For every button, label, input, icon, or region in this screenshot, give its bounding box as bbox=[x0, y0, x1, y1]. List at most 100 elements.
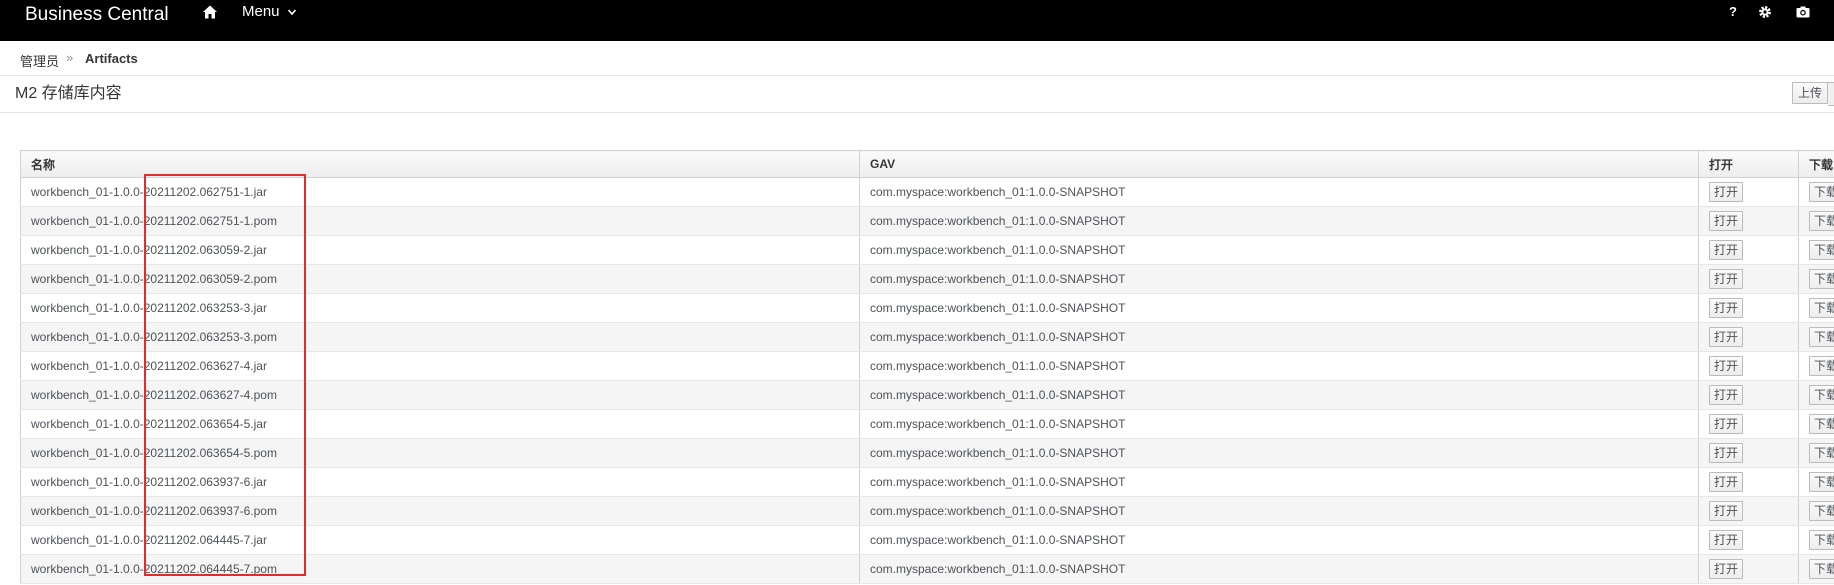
artifact-gav-cell: com.myspace:workbench_01:1.0.0-SNAPSHOT bbox=[859, 206, 1699, 236]
upload-button[interactable]: 上传 bbox=[1792, 82, 1828, 104]
artifact-gav-cell: com.myspace:workbench_01:1.0.0-SNAPSHOT bbox=[859, 322, 1699, 352]
download-cell: 下载 bbox=[1798, 496, 1834, 526]
open-button[interactable]: 打开 bbox=[1709, 182, 1744, 202]
download-button[interactable]: 下载 bbox=[1809, 414, 1834, 434]
artifact-gav-cell: com.myspace:workbench_01:1.0.0-SNAPSHOT bbox=[859, 177, 1699, 207]
open-button[interactable]: 打开 bbox=[1709, 211, 1744, 231]
artifact-gav-cell: com.myspace:workbench_01:1.0.0-SNAPSHOT bbox=[859, 496, 1699, 526]
download-button[interactable]: 下载 bbox=[1809, 356, 1834, 376]
menu-label: Menu bbox=[242, 3, 280, 20]
open-button[interactable]: 打开 bbox=[1709, 530, 1744, 550]
open-cell: 打开 bbox=[1698, 264, 1799, 294]
download-button[interactable]: 下载 bbox=[1809, 269, 1834, 289]
page-header: M2 存储库内容 上传 bbox=[0, 76, 1834, 113]
open-cell: 打开 bbox=[1698, 206, 1799, 236]
download-button[interactable]: 下载 bbox=[1809, 443, 1834, 463]
open-button[interactable]: 打开 bbox=[1709, 414, 1744, 434]
table-row: workbench_01-1.0.0-20211202.063627-4.jar… bbox=[20, 351, 1834, 381]
artifact-name-cell: workbench_01-1.0.0-20211202.063937-6.pom bbox=[20, 496, 860, 526]
open-button[interactable]: 打开 bbox=[1709, 385, 1744, 405]
artifact-gav-cell: com.myspace:workbench_01:1.0.0-SNAPSHOT bbox=[859, 409, 1699, 439]
table-row: workbench_01-1.0.0-20211202.063253-3.jar… bbox=[20, 293, 1834, 323]
column-header-name[interactable]: 名称 bbox=[20, 150, 860, 178]
download-cell: 下载 bbox=[1798, 206, 1834, 236]
open-button[interactable]: 打开 bbox=[1709, 559, 1744, 579]
open-button[interactable]: 打开 bbox=[1709, 240, 1744, 260]
artifact-name-cell: workbench_01-1.0.0-20211202.063937-6.jar bbox=[20, 467, 860, 497]
open-button[interactable]: 打开 bbox=[1709, 501, 1744, 521]
download-button[interactable]: 下载 bbox=[1809, 240, 1834, 260]
artifact-gav-cell: com.myspace:workbench_01:1.0.0-SNAPSHOT bbox=[859, 438, 1699, 468]
download-cell: 下载 bbox=[1798, 525, 1834, 555]
artifact-name-cell: workbench_01-1.0.0-20211202.062751-1.jar bbox=[20, 177, 860, 207]
download-cell: 下载 bbox=[1798, 322, 1834, 352]
download-button[interactable]: 下载 bbox=[1809, 559, 1834, 579]
download-cell: 下载 bbox=[1798, 438, 1834, 468]
artifact-name-cell: workbench_01-1.0.0-20211202.063253-3.jar bbox=[20, 293, 860, 323]
artifact-gav-cell: com.myspace:workbench_01:1.0.0-SNAPSHOT bbox=[859, 380, 1699, 410]
open-cell: 打开 bbox=[1698, 351, 1799, 381]
download-button[interactable]: 下载 bbox=[1809, 182, 1834, 202]
table-row: workbench_01-1.0.0-20211202.063059-2.pom… bbox=[20, 264, 1834, 294]
camera-icon[interactable] bbox=[1795, 4, 1811, 20]
download-button[interactable]: 下载 bbox=[1809, 530, 1834, 550]
open-cell: 打开 bbox=[1698, 525, 1799, 555]
open-button[interactable]: 打开 bbox=[1709, 472, 1744, 492]
gear-icon[interactable] bbox=[1757, 4, 1773, 20]
artifact-name-cell: workbench_01-1.0.0-20211202.063059-2.pom bbox=[20, 264, 860, 294]
download-cell: 下载 bbox=[1798, 409, 1834, 439]
open-button[interactable]: 打开 bbox=[1709, 443, 1744, 463]
artifact-name-cell: workbench_01-1.0.0-20211202.062751-1.pom bbox=[20, 206, 860, 236]
help-icon[interactable]: ? bbox=[1725, 4, 1741, 20]
table-row: workbench_01-1.0.0-20211202.064445-7.pom… bbox=[20, 554, 1834, 584]
table-row: workbench_01-1.0.0-20211202.062751-1.pom… bbox=[20, 206, 1834, 236]
open-button[interactable]: 打开 bbox=[1709, 327, 1744, 347]
artifact-name-cell: workbench_01-1.0.0-20211202.063627-4.pom bbox=[20, 380, 860, 410]
table-row: workbench_01-1.0.0-20211202.063253-3.pom… bbox=[20, 322, 1834, 352]
open-cell: 打开 bbox=[1698, 177, 1799, 207]
open-cell: 打开 bbox=[1698, 554, 1799, 584]
artifact-name-cell: workbench_01-1.0.0-20211202.064445-7.jar bbox=[20, 525, 860, 555]
artifact-gav-cell: com.myspace:workbench_01:1.0.0-SNAPSHOT bbox=[859, 351, 1699, 381]
open-cell: 打开 bbox=[1698, 322, 1799, 352]
download-button[interactable]: 下载 bbox=[1809, 501, 1834, 521]
open-cell: 打开 bbox=[1698, 293, 1799, 323]
table-row: workbench_01-1.0.0-20211202.063654-5.jar… bbox=[20, 409, 1834, 439]
artifacts-table-container: 名称 GAV 打开 下载 workbench_01-1.0.0-20211202… bbox=[20, 150, 1834, 585]
download-button[interactable]: 下载 bbox=[1809, 298, 1834, 318]
menu-dropdown[interactable]: Menu bbox=[242, 4, 297, 20]
open-button[interactable]: 打开 bbox=[1709, 269, 1744, 289]
page-title: M2 存储库内容 bbox=[15, 85, 122, 102]
open-cell: 打开 bbox=[1698, 496, 1799, 526]
breadcrumb-item-admin[interactable]: 管理员 bbox=[20, 51, 59, 70]
download-button[interactable]: 下载 bbox=[1809, 327, 1834, 347]
table-body: workbench_01-1.0.0-20211202.062751-1.jar… bbox=[20, 177, 1834, 584]
table-row: workbench_01-1.0.0-20211202.063059-2.jar… bbox=[20, 235, 1834, 265]
table-header-row: 名称 GAV 打开 下载 bbox=[20, 150, 1834, 178]
table-row: workbench_01-1.0.0-20211202.064445-7.jar… bbox=[20, 525, 1834, 555]
artifact-name-cell: workbench_01-1.0.0-20211202.064445-7.pom bbox=[20, 554, 860, 584]
top-navbar: Business Central Menu ? bbox=[0, 0, 1834, 41]
open-cell: 打开 bbox=[1698, 438, 1799, 468]
open-cell: 打开 bbox=[1698, 409, 1799, 439]
open-cell: 打开 bbox=[1698, 235, 1799, 265]
toolbar-button-clipped[interactable] bbox=[1828, 82, 1834, 106]
download-button[interactable]: 下载 bbox=[1809, 211, 1834, 231]
artifact-gav-cell: com.myspace:workbench_01:1.0.0-SNAPSHOT bbox=[859, 467, 1699, 497]
column-header-download: 下载 bbox=[1798, 150, 1834, 178]
download-button[interactable]: 下载 bbox=[1809, 472, 1834, 492]
home-icon[interactable] bbox=[202, 4, 218, 20]
breadcrumb-item-artifacts: Artifacts bbox=[85, 51, 138, 66]
table-row: workbench_01-1.0.0-20211202.063627-4.pom… bbox=[20, 380, 1834, 410]
brand-title[interactable]: Business Central bbox=[25, 4, 169, 26]
column-header-gav[interactable]: GAV bbox=[859, 150, 1699, 178]
breadcrumb-separator: » bbox=[66, 50, 74, 65]
artifacts-table: 名称 GAV 打开 下载 workbench_01-1.0.0-20211202… bbox=[20, 150, 1834, 584]
open-button[interactable]: 打开 bbox=[1709, 356, 1744, 376]
open-button[interactable]: 打开 bbox=[1709, 298, 1744, 318]
download-cell: 下载 bbox=[1798, 264, 1834, 294]
open-cell: 打开 bbox=[1698, 380, 1799, 410]
download-button[interactable]: 下载 bbox=[1809, 385, 1834, 405]
chevron-down-icon bbox=[287, 9, 296, 16]
table-row: workbench_01-1.0.0-20211202.063654-5.pom… bbox=[20, 438, 1834, 468]
